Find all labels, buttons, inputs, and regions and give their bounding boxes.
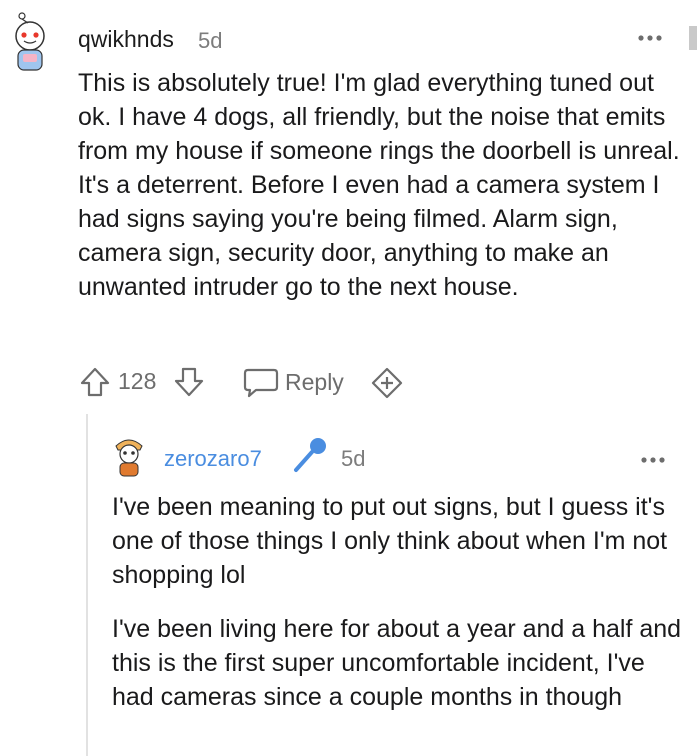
comment-body: This is absolutely true! I'm glad everyt…: [78, 69, 680, 301]
upvote-icon: [80, 367, 110, 397]
thread-line[interactable]: [86, 414, 88, 756]
microphone-icon: [294, 438, 326, 472]
microphone-badge: [288, 436, 332, 474]
reply-username[interactable]: zerozaro7: [164, 446, 262, 472]
user-avatar[interactable]: [8, 8, 52, 74]
reply-avatar[interactable]: [110, 436, 148, 478]
reply-age: 5d: [341, 446, 366, 471]
more-options-icon: [638, 35, 662, 41]
downvote-button[interactable]: [172, 366, 206, 398]
vote-count: 128: [118, 368, 157, 394]
comment-age: 5d: [198, 28, 223, 53]
reply-paragraph: I've been meaning to put out signs, but …: [112, 493, 668, 589]
scrollbar[interactable]: [689, 26, 697, 50]
reply-more-options-button[interactable]: [640, 452, 666, 463]
more-options-icon: [641, 457, 665, 463]
reply-button[interactable]: Reply: [242, 366, 344, 398]
reply-label: Reply: [285, 368, 344, 395]
more-options-button[interactable]: [637, 30, 663, 41]
comment-username[interactable]: qwikhnds: [78, 26, 174, 53]
reply-paragraph: I've been living here for about a year a…: [112, 615, 682, 711]
snoo-avatar-icon: [15, 12, 45, 71]
award-button[interactable]: [370, 366, 404, 400]
comment-actions: 128 Reply: [78, 362, 438, 402]
award-plus-icon: [371, 367, 403, 399]
reply-bubble-icon: [243, 368, 279, 398]
snoo-avatar-icon: [115, 439, 143, 477]
upvote-button[interactable]: [78, 366, 112, 398]
downvote-icon: [174, 367, 204, 397]
